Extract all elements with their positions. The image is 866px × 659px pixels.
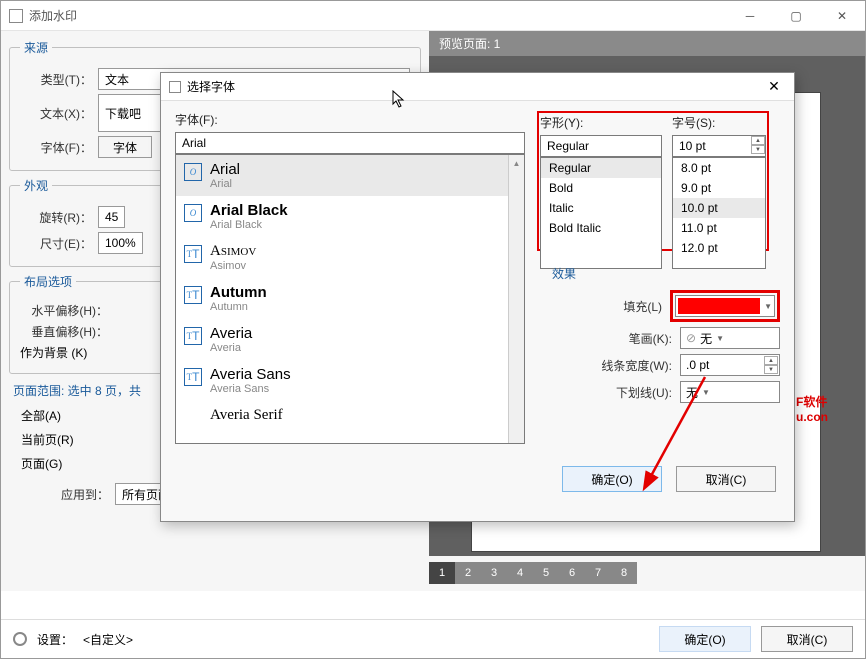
preview-tab: 预览页面: 1: [429, 31, 865, 56]
page-thumb-7[interactable]: 7: [585, 562, 611, 584]
titlebar: 添加水印 ─ ▢ ✕: [1, 1, 865, 31]
font-button[interactable]: 字体: [98, 136, 152, 158]
opentype-icon: O: [184, 204, 202, 222]
app-icon: [9, 9, 23, 23]
linewidth-spinner[interactable]: ▲▼: [764, 356, 778, 374]
font-item-averia[interactable]: TT AveriaAveria: [176, 319, 524, 360]
size-8[interactable]: 8.0 pt: [673, 158, 765, 178]
font-item-averia-sans[interactable]: TT Averia SansAveria Sans: [176, 360, 524, 401]
underline-select[interactable]: 无▼: [680, 381, 780, 403]
style-italic[interactable]: Italic: [541, 198, 661, 218]
page-thumbnails: 1 2 3 4 5 6 7 8: [429, 562, 865, 584]
minimize-button[interactable]: ─: [727, 1, 773, 31]
fill-highlight: ▼: [670, 290, 780, 322]
font-item-arial-black[interactable]: O Arial BlackArial Black: [176, 196, 524, 237]
size-11[interactable]: 11.0 pt: [673, 218, 765, 238]
truetype-icon: TT: [184, 327, 202, 345]
style-bold-italic[interactable]: Bold Italic: [541, 218, 661, 238]
size-input[interactable]: 100%: [98, 232, 143, 254]
font-item-autumn[interactable]: TT AutumnAutumn: [176, 278, 524, 319]
dialog-ok-button[interactable]: 确定(O): [562, 466, 662, 492]
truetype-icon: TT: [184, 245, 202, 263]
font-name-input[interactable]: [175, 132, 525, 154]
no-pen-icon: ⊘: [686, 331, 696, 345]
fill-swatch: [678, 298, 760, 314]
font-item-asimov[interactable]: TT AsimovAsimov: [176, 237, 524, 278]
linewidth-input[interactable]: .0 pt ▲▼: [680, 354, 780, 376]
font-label: 字体(F)：: [20, 139, 92, 156]
chevron-down-icon: ▼: [764, 302, 772, 311]
main-cancel-button[interactable]: 取消(C): [761, 626, 853, 652]
page-thumb-2[interactable]: 2: [455, 562, 481, 584]
size-spinner[interactable]: ▲▼: [751, 136, 765, 154]
dialog-icon: [169, 81, 181, 93]
page-thumb-5[interactable]: 5: [533, 562, 559, 584]
maximize-button[interactable]: ▢: [773, 1, 819, 31]
style-bold[interactable]: Bold: [541, 178, 661, 198]
close-button[interactable]: ✕: [819, 1, 865, 31]
font-item-averia-serif[interactable]: Averia Serif: [176, 401, 524, 430]
background-check[interactable]: 作为背景 (K): [20, 344, 87, 361]
font-listbox[interactable]: O ArialArial O Arial BlackArial Black TT…: [175, 154, 525, 444]
dialog-close-button[interactable]: ✕: [754, 78, 794, 95]
font-dialog: 选择字体 ✕ 字体(F): O ArialArial O Arial Black…: [160, 72, 795, 522]
font-item-arial[interactable]: O ArialArial: [176, 155, 524, 196]
text-label: 文本(X)：: [20, 105, 92, 122]
page-thumb-8[interactable]: 8: [611, 562, 637, 584]
settings-preset[interactable]: <自定义>: [83, 631, 133, 648]
watermark-preview: F软件 u.con: [796, 393, 828, 424]
effects-label: 效果: [552, 265, 780, 282]
scroll-up-icon[interactable]: ▲: [509, 155, 524, 171]
size-10[interactable]: 10.0 pt: [673, 198, 765, 218]
page-thumb-4[interactable]: 4: [507, 562, 533, 584]
size-9[interactable]: 9.0 pt: [673, 178, 765, 198]
scrollbar[interactable]: ▲: [508, 155, 524, 443]
style-input[interactable]: [540, 135, 662, 157]
truetype-icon: TT: [184, 286, 202, 304]
page-thumb-3[interactable]: 3: [481, 562, 507, 584]
rotate-input[interactable]: 45: [98, 206, 125, 228]
pen-select[interactable]: ⊘ 无▼: [680, 327, 780, 349]
style-regular[interactable]: Regular: [541, 158, 661, 178]
window-title: 添加水印: [29, 7, 77, 24]
truetype-icon: TT: [184, 368, 202, 386]
type-label: 类型(T)：: [20, 71, 92, 88]
scope-pages[interactable]: 页面(G): [21, 455, 62, 472]
main-ok-button[interactable]: 确定(O): [659, 626, 751, 652]
page-thumb-1[interactable]: 1: [429, 562, 455, 584]
page-thumb-6[interactable]: 6: [559, 562, 585, 584]
dialog-cancel-button[interactable]: 取消(C): [676, 466, 776, 492]
dialog-title: 选择字体: [187, 78, 235, 95]
gear-icon[interactable]: [13, 632, 27, 646]
opentype-icon: O: [184, 163, 202, 181]
fill-color-picker[interactable]: ▼: [675, 295, 775, 317]
